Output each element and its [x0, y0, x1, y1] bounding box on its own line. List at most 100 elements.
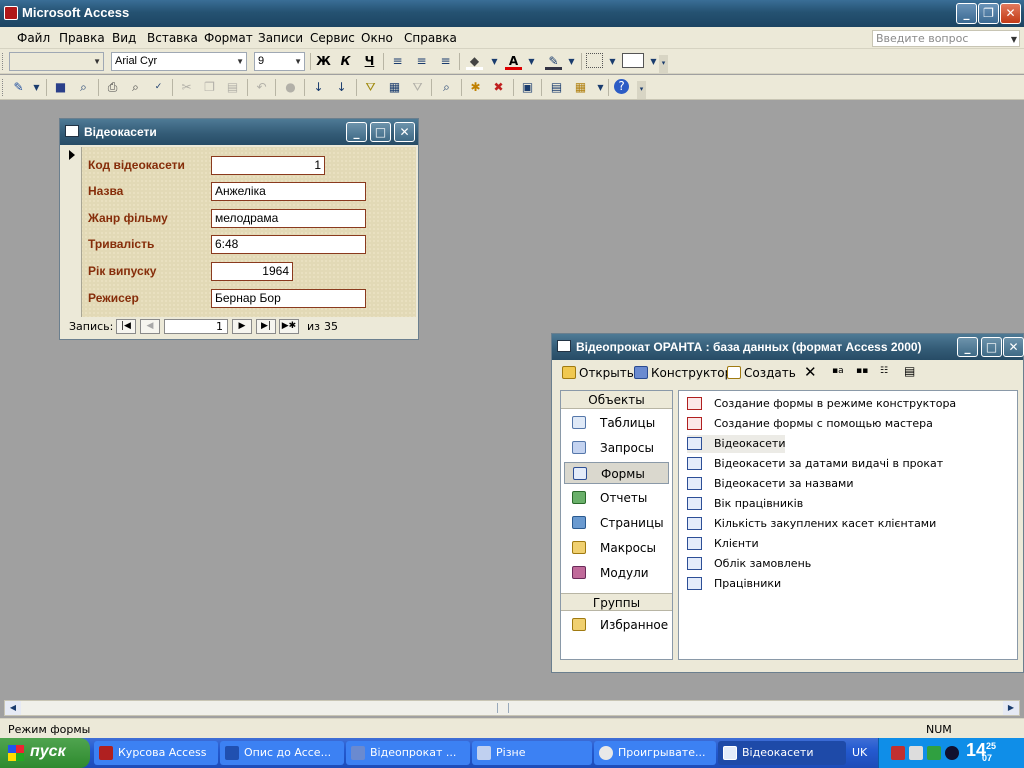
- toolbar-grip[interactable]: [2, 79, 5, 96]
- menu-view[interactable]: Вид: [112, 31, 136, 45]
- app-title-bar[interactable]: Microsoft Access _ ❐ ✕: [0, 0, 1024, 27]
- sort-asc-icon[interactable]: ↓: [310, 79, 327, 96]
- field-duration-input[interactable]: 6:48: [211, 235, 366, 254]
- align-left-icon[interactable]: ≡: [389, 53, 406, 70]
- line-color-icon[interactable]: ✎: [545, 53, 562, 70]
- align-right-icon[interactable]: ≡: [437, 53, 454, 70]
- find-icon[interactable]: ⌕: [438, 79, 455, 96]
- ask-question-box[interactable]: Введите вопрос ▼: [872, 30, 1020, 47]
- chevron-down-icon[interactable]: ▼: [236, 53, 244, 70]
- create-button[interactable]: Создать: [727, 366, 796, 380]
- groups-header[interactable]: Группы: [561, 593, 672, 611]
- search-icon[interactable]: ⌕: [75, 79, 92, 96]
- form-icon[interactable]: [65, 125, 79, 137]
- copy-icon[interactable]: ❐: [201, 79, 218, 96]
- record-selector[interactable]: [64, 147, 82, 317]
- chevron-down-icon[interactable]: ▼: [28, 79, 45, 96]
- chevron-down-icon[interactable]: ▼: [523, 53, 540, 70]
- new-object-icon[interactable]: ▦: [572, 79, 589, 96]
- spelling-icon[interactable]: ✓: [150, 79, 167, 96]
- object-tables[interactable]: Таблицы: [564, 412, 669, 434]
- chevron-down-icon[interactable]: ▼: [604, 53, 621, 70]
- large-icons-icon[interactable]: ▪a: [832, 366, 844, 376]
- restore-button[interactable]: ❐: [978, 3, 999, 24]
- previous-record-button[interactable]: ◀: [140, 319, 160, 334]
- font-name-combo[interactable]: Arial Cyr ▼: [111, 52, 247, 71]
- horizontal-scrollbar[interactable]: ◀ ▶: [4, 700, 1020, 716]
- db-close-button[interactable]: ✕: [1003, 337, 1024, 357]
- objects-header[interactable]: Объекты: [561, 391, 672, 409]
- apply-filter-icon[interactable]: ⛛: [409, 79, 426, 96]
- database-window-title-bar[interactable]: Відеопрокат ОРАНТА : база данных (формат…: [552, 334, 1024, 360]
- toolbar-grip[interactable]: [2, 53, 5, 70]
- list-item[interactable]: Создание формы с помощью мастера: [687, 415, 933, 433]
- new-record-icon[interactable]: ✱: [467, 79, 484, 96]
- small-icons-icon[interactable]: ▪▪: [856, 366, 868, 376]
- list-item[interactable]: Відеокасети за датами видачі в прокат: [687, 455, 943, 473]
- font-color-icon[interactable]: A: [505, 53, 522, 70]
- special-effect-icon[interactable]: [622, 53, 644, 68]
- filter-selection-icon[interactable]: ⛛: [362, 79, 379, 96]
- db-maximize-button[interactable]: □: [981, 337, 1002, 357]
- center-icon[interactable]: ≡: [413, 53, 430, 70]
- help-icon[interactable]: ?: [614, 79, 629, 94]
- database-window-icon[interactable]: ▤: [548, 79, 565, 96]
- current-record-input[interactable]: 1: [164, 319, 228, 334]
- list-item[interactable]: Відеокасети за назвами: [687, 475, 854, 493]
- toolbar-options-icon[interactable]: ▾: [637, 81, 646, 99]
- cut-icon[interactable]: ✂: [178, 79, 195, 96]
- form-close-button[interactable]: ✕: [394, 122, 415, 142]
- object-pages[interactable]: Страницы: [564, 512, 669, 534]
- volume-icon[interactable]: [909, 746, 923, 760]
- menu-help[interactable]: Справка: [404, 31, 457, 45]
- menu-tools[interactable]: Сервис: [310, 31, 355, 45]
- next-record-button[interactable]: ▶: [232, 319, 252, 334]
- toolbar-options-icon[interactable]: ▾: [659, 55, 668, 73]
- open-button[interactable]: Открыть: [562, 366, 634, 380]
- taskbar-item[interactable]: Різне: [472, 741, 592, 765]
- object-forms[interactable]: Формы: [564, 462, 669, 484]
- taskbar-item[interactable]: Опис до Acce...: [220, 741, 344, 765]
- taskbar-item[interactable]: Курсова Access: [94, 741, 218, 765]
- new-record-button[interactable]: ▶✱: [279, 319, 299, 334]
- print-preview-icon[interactable]: ⌕: [127, 79, 144, 96]
- scroll-left-icon[interactable]: ◀: [5, 701, 21, 715]
- save-icon[interactable]: ■: [52, 79, 69, 96]
- list-item[interactable]: Облік замовлень: [687, 555, 811, 573]
- scroll-thumb-grip[interactable]: [497, 703, 509, 713]
- details-view-icon[interactable]: ▤: [904, 364, 915, 378]
- field-title-input[interactable]: Анжеліка: [211, 182, 366, 201]
- properties-icon[interactable]: ▣: [519, 79, 536, 96]
- db-minimize-button[interactable]: _: [957, 337, 978, 357]
- object-reports[interactable]: Отчеты: [564, 487, 669, 509]
- view-icon[interactable]: ✎: [10, 79, 27, 96]
- list-item[interactable]: Вік працівників: [687, 495, 803, 513]
- close-button[interactable]: ✕: [1000, 3, 1021, 24]
- list-item[interactable]: Відеокасети: [687, 435, 786, 453]
- chevron-down-icon[interactable]: ▼: [486, 53, 503, 70]
- form-window-title-bar[interactable]: Відеокасети _ □ ✕: [60, 119, 418, 145]
- clock[interactable]: 142507: [966, 740, 996, 763]
- database-icon[interactable]: [557, 340, 571, 352]
- menu-records[interactable]: Записи: [258, 31, 303, 45]
- chevron-down-icon[interactable]: ▼: [93, 53, 101, 70]
- object-modules[interactable]: Модули: [564, 562, 669, 584]
- network-icon[interactable]: [891, 746, 905, 760]
- list-item[interactable]: Клієнти: [687, 535, 759, 553]
- taskbar-item[interactable]: Відеокасети: [718, 741, 846, 765]
- field-director-input[interactable]: Бернар Бор: [211, 289, 366, 308]
- minimize-button[interactable]: _: [956, 3, 977, 24]
- chevron-down-icon[interactable]: ▼: [592, 79, 609, 96]
- field-code-input[interactable]: 1: [211, 156, 325, 175]
- object-queries[interactable]: Запросы: [564, 437, 669, 459]
- menu-format[interactable]: Формат: [204, 31, 253, 45]
- undo-icon[interactable]: ↶: [253, 79, 270, 96]
- chevron-down-icon[interactable]: ▼: [563, 53, 580, 70]
- last-record-button[interactable]: ▶|: [256, 319, 276, 334]
- italic-button[interactable]: К: [337, 53, 354, 70]
- design-button[interactable]: Конструктор: [634, 366, 732, 380]
- object-combo[interactable]: ▼: [9, 52, 104, 71]
- access-icon[interactable]: [4, 6, 18, 20]
- list-view-icon[interactable]: ☷: [880, 366, 888, 376]
- delete-record-icon[interactable]: ✖: [490, 79, 507, 96]
